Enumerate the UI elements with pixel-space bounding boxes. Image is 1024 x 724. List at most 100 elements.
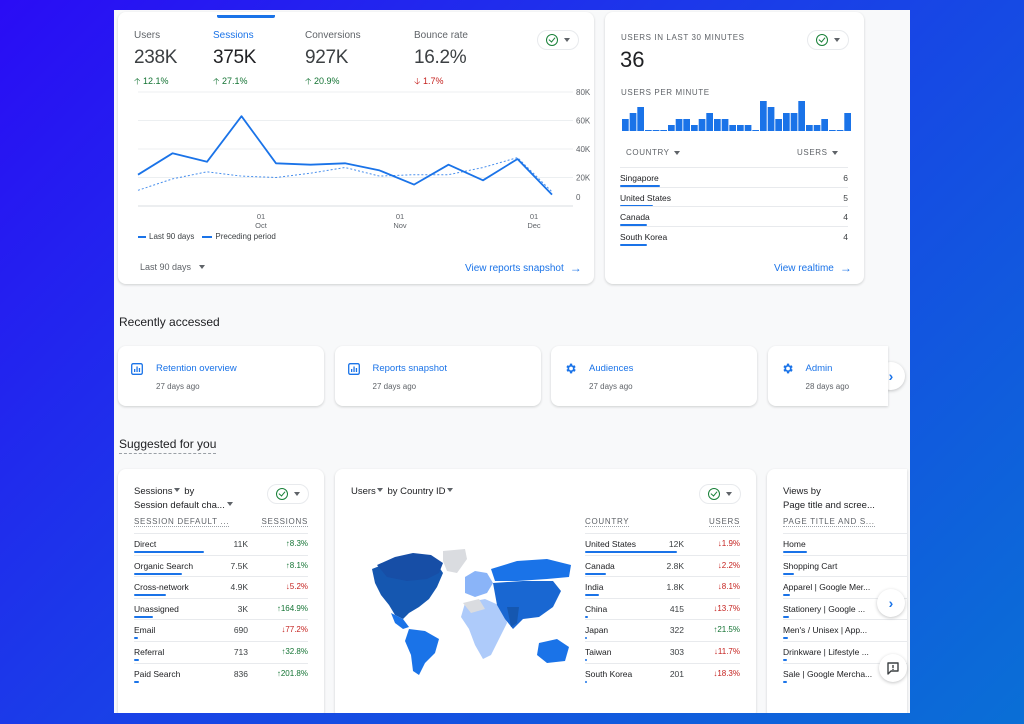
per-minute-bar xyxy=(844,113,851,131)
x-tick-label: 01 xyxy=(257,212,265,221)
view-realtime-link[interactable]: View realtime → xyxy=(774,261,852,275)
row-change: ↓77.2% xyxy=(281,625,308,634)
row-value: 713 xyxy=(233,647,248,657)
page-title-column-header[interactable]: PAGE TITLE AND S... xyxy=(783,517,875,527)
table-row[interactable]: Canada 2.8K ↓2.2% xyxy=(585,554,740,577)
insights-dropdown[interactable] xyxy=(807,30,849,50)
insights-dropdown[interactable] xyxy=(537,30,579,50)
table-row[interactable]: Direct 11K ↑8.3% xyxy=(134,533,308,555)
check-circle-icon xyxy=(276,488,288,500)
table-row[interactable]: Japan 322 ↑21.5% xyxy=(585,619,740,641)
user-count: 6 xyxy=(843,173,848,183)
metric-selector[interactable]: Users xyxy=(351,486,376,497)
recent-item-card[interactable]: Reports snapshot 27 days ago xyxy=(334,346,541,406)
realtime-country-row[interactable]: Singapore 6 xyxy=(620,167,848,187)
users-column-header[interactable]: USERS xyxy=(797,148,838,157)
recent-item-title: Retention overview xyxy=(156,363,237,374)
legend-last-90: Last 90 days xyxy=(149,232,195,241)
share-bar xyxy=(585,551,677,553)
dimension-selector[interactable]: Country ID xyxy=(400,486,445,497)
table-row[interactable]: China 415 ↓13.7% xyxy=(585,597,740,620)
dimension-column-header[interactable]: SESSION DEFAULT ... xyxy=(134,517,230,527)
suggested-next-button[interactable]: › xyxy=(877,589,905,617)
table-row[interactable]: South Korea 201 ↓18.3% xyxy=(585,662,740,685)
per-minute-bar xyxy=(829,130,836,131)
users-per-minute-label: USERS PER MINUTE xyxy=(621,88,710,97)
realtime-card: USERS IN LAST 30 MINUTES 36 USERS PER MI… xyxy=(605,12,864,284)
realtime-country-row[interactable]: South Korea 4 xyxy=(620,225,848,246)
table-row[interactable]: Shopping Cart xyxy=(783,554,907,577)
table-row[interactable]: Taiwan 303 ↓11.7% xyxy=(585,641,740,663)
table-row[interactable]: Unassigned 3K ↑164.9% xyxy=(134,597,308,620)
dimension-selector[interactable]: Session default cha... xyxy=(134,500,225,511)
date-range-label: Last 90 days xyxy=(140,262,192,272)
recent-item-card[interactable]: Retention overview 27 days ago xyxy=(118,346,324,406)
sessions-line-chart: 80K60K40K20K001Oct01Nov01Dec xyxy=(137,88,591,230)
change-value: 5.2% xyxy=(289,582,308,592)
per-minute-bar xyxy=(698,119,706,131)
header-label: COUNTRY xyxy=(626,148,670,157)
per-minute-bar xyxy=(806,125,813,131)
realtime-country-row[interactable]: United States 5 xyxy=(620,186,848,207)
insights-dropdown[interactable] xyxy=(267,484,309,504)
per-minute-bar xyxy=(691,125,698,131)
card-title: Views by Page title and scree... xyxy=(783,485,875,513)
row-label: Japan xyxy=(585,625,609,636)
sessions-column-header[interactable]: SESSIONS xyxy=(261,517,308,527)
check-circle-icon xyxy=(816,34,828,46)
table-row[interactable]: Cross-network 4.9K ↓5.2% xyxy=(134,576,308,598)
world-map[interactable] xyxy=(347,547,577,677)
chevron-right-icon: › xyxy=(888,595,894,611)
country-column-header[interactable]: COUNTRY xyxy=(585,517,630,527)
header-label: USERS xyxy=(797,148,828,157)
insights-dropdown[interactable] xyxy=(699,484,741,504)
table-row[interactable]: Organic Search 7.5K ↑8.1% xyxy=(134,554,308,577)
per-minute-bar xyxy=(813,125,821,131)
view-reports-snapshot-link[interactable]: View reports snapshot → xyxy=(465,261,582,275)
per-minute-bar xyxy=(637,107,644,131)
table-row[interactable]: Home xyxy=(783,533,907,555)
realtime-title: USERS IN LAST 30 MINUTES xyxy=(621,33,745,42)
metric-bounce-rate[interactable]: Bounce rate 16.2% 🡣 1.7% xyxy=(414,30,468,90)
recent-item-card[interactable]: Audiences 27 days ago xyxy=(551,346,757,406)
change-value: 21.5% xyxy=(717,625,740,635)
series-line-last-90-days xyxy=(137,115,553,196)
share-bar xyxy=(783,594,791,597)
feedback-button[interactable] xyxy=(879,654,907,682)
row-value: 690 xyxy=(233,625,248,636)
table-row[interactable]: United States 12K ↓1.9% xyxy=(585,533,740,555)
share-bar xyxy=(783,572,794,575)
per-minute-bar xyxy=(629,113,637,131)
map-europe xyxy=(465,571,493,597)
table-row[interactable]: Paid Search 836 ↑201.8% xyxy=(134,662,308,685)
row-change: ↓8.1% xyxy=(718,582,740,591)
table-row[interactable]: India 1.8K ↓8.1% xyxy=(585,576,740,598)
title-line-2[interactable]: Page title and scree... xyxy=(783,500,875,511)
metric-users[interactable]: Users 238K 🡡 12.1% xyxy=(134,30,177,90)
map-russia xyxy=(491,559,571,581)
row-label: Home xyxy=(783,539,806,549)
row-label: Drinkware | Lifestyle ... xyxy=(783,647,869,657)
table-row[interactable]: Referral 713 ↑32.8% xyxy=(134,641,308,663)
y-tick-label: 60K xyxy=(576,117,591,126)
chevron-right-icon: › xyxy=(888,368,894,384)
metric-sessions[interactable]: Sessions 375K 🡡 27.1% xyxy=(213,30,256,90)
card-title[interactable]: Sessions by Session default cha... xyxy=(134,485,233,513)
table-row[interactable]: Men's / Unisex | App... xyxy=(783,619,907,641)
realtime-country-row[interactable]: Canada 4 xyxy=(620,206,848,226)
row-label: Paid Search xyxy=(134,668,181,679)
users-column-header[interactable]: USERS xyxy=(708,517,740,527)
row-label: Canada xyxy=(585,560,615,571)
sessions-by-channel-card: Sessions by Session default cha... SESSI… xyxy=(118,469,324,713)
caret-down-icon xyxy=(831,150,838,155)
per-minute-bar xyxy=(729,125,736,131)
table-row[interactable]: Email 690 ↓77.2% xyxy=(134,619,308,641)
recent-item-card[interactable]: Admin 28 days ago xyxy=(767,346,888,406)
arrow-up-icon: 🡡 xyxy=(305,76,312,86)
row-label: United States xyxy=(585,539,637,549)
metric-conversions[interactable]: Conversions 927K 🡡 20.9% xyxy=(305,30,361,90)
date-range-select[interactable]: Last 90 days xyxy=(140,262,206,272)
country-column-header[interactable]: COUNTRY xyxy=(626,148,680,157)
row-change: ↓5.2% xyxy=(286,582,308,591)
metric-selector[interactable]: Sessions xyxy=(134,486,173,497)
